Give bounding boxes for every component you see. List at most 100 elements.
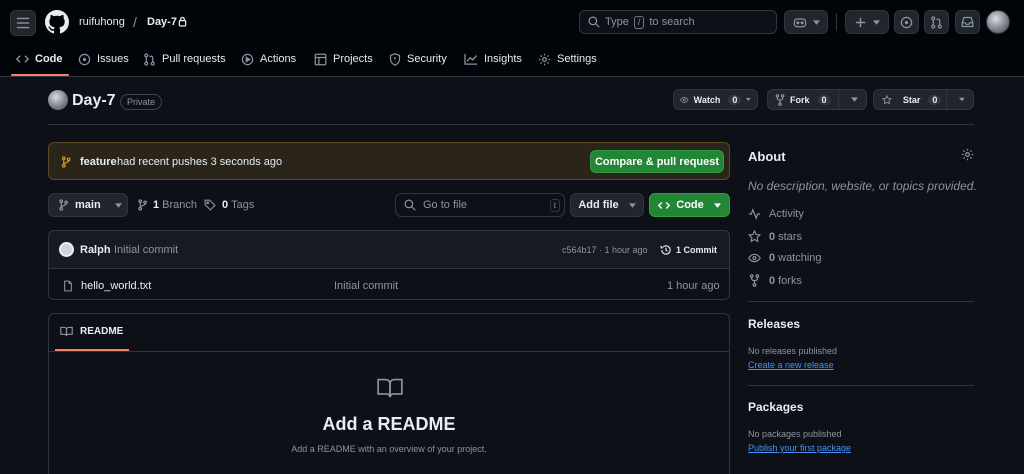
releases-title[interactable]: Releases xyxy=(748,317,800,331)
sidebar-divider-2 xyxy=(748,385,974,386)
issue-icon xyxy=(900,16,913,28)
go-to-file-placeholder: Go to file xyxy=(423,199,468,211)
releases-empty: No releases published xyxy=(748,346,838,356)
branches-link[interactable]: 1 Branch xyxy=(138,199,197,211)
readme-tab-label: README xyxy=(80,326,124,337)
inbox-button[interactable] xyxy=(955,10,980,34)
tab-projects[interactable]: Projects xyxy=(314,48,373,70)
repo-title[interactable]: Day-7 xyxy=(72,92,116,110)
chevron-down-icon xyxy=(872,19,880,25)
packages-title[interactable]: Packages xyxy=(748,400,803,414)
watching-word: watching xyxy=(778,252,822,264)
file-commit-message[interactable]: Initial commit xyxy=(334,280,398,292)
star-label: Star xyxy=(902,94,921,105)
packages-empty: No packages published xyxy=(748,429,842,439)
commit-count: 1 Commit xyxy=(676,245,718,255)
branch-selector[interactable]: main xyxy=(48,193,128,217)
commit-author[interactable]: Ralph xyxy=(80,244,111,256)
gear-icon[interactable] xyxy=(961,148,974,161)
active-tab-underline xyxy=(11,74,69,76)
tab-code-label: Code xyxy=(35,53,63,65)
search-input[interactable]: Type / to search xyxy=(579,10,777,34)
compare-button-label: Compare & pull request xyxy=(594,155,720,168)
pull-requests-button[interactable] xyxy=(924,10,949,34)
fork-button[interactable]: Fork 0 xyxy=(767,89,867,110)
eye-icon xyxy=(680,96,689,103)
latest-commit-row: Ralph Initial commit c564b17 · 1 hour ag… xyxy=(49,231,729,269)
commit-message[interactable]: Initial commit xyxy=(114,244,178,256)
plus-icon xyxy=(855,17,865,27)
inbox-icon xyxy=(961,16,974,28)
code-button-label: Code xyxy=(676,199,704,211)
forks-link[interactable]: 0 forks xyxy=(748,274,802,287)
pull-request-icon xyxy=(144,52,155,66)
add-file-button[interactable]: Add file xyxy=(570,193,644,217)
watch-label: Watch xyxy=(693,94,721,105)
tab-actions[interactable]: Actions xyxy=(241,48,296,70)
publish-package-link[interactable]: Publish your first package xyxy=(748,443,851,453)
banner-branch[interactable]: feature xyxy=(80,156,117,168)
owner-link[interactable]: ruifuhong xyxy=(79,16,125,28)
chevron-down-icon[interactable] xyxy=(959,97,965,102)
go-to-file-input[interactable]: Go to file t xyxy=(395,193,565,217)
branch-icon xyxy=(138,199,147,211)
global-header: ruifuhong / Day-7 Type / to search Code … xyxy=(0,0,1024,77)
branch-icon xyxy=(61,156,71,168)
pulse-icon xyxy=(748,208,761,220)
tag-word: Tags xyxy=(231,199,255,211)
book-icon xyxy=(60,326,73,337)
watch-count: 0 xyxy=(728,94,742,105)
commit-history-link[interactable]: 1 Commit xyxy=(660,244,717,256)
tags-link[interactable]: 0 Tags xyxy=(204,199,254,211)
github-logo-icon[interactable] xyxy=(45,10,69,34)
table-icon xyxy=(314,53,327,65)
star-icon xyxy=(882,94,892,104)
tab-projects-label: Projects xyxy=(333,53,373,65)
create-new-button[interactable] xyxy=(845,10,889,34)
fork-divider xyxy=(838,89,839,110)
repo-avatar xyxy=(48,90,68,110)
watching-link[interactable]: 0 watching xyxy=(748,252,822,264)
tab-security[interactable]: Security xyxy=(389,48,447,70)
add-file-label: Add file xyxy=(578,199,619,211)
readme-empty-subtitle: Add a README with an overview of your pr… xyxy=(291,444,487,454)
compare-pull-request-button[interactable]: Compare & pull request xyxy=(590,150,724,173)
star-button[interactable]: Star 0 xyxy=(873,89,974,110)
play-icon xyxy=(241,53,254,65)
fork-icon xyxy=(749,274,760,287)
activity-link[interactable]: Activity xyxy=(748,208,804,220)
activity-label: Activity xyxy=(769,208,804,220)
about-title: About xyxy=(748,149,786,164)
tab-settings[interactable]: Settings xyxy=(538,48,597,70)
create-release-link[interactable]: Create a new release xyxy=(748,360,834,370)
file-row[interactable]: hello_world.txt Initial commit 1 hour ag… xyxy=(49,270,729,299)
copilot-button[interactable] xyxy=(784,10,828,34)
code-button[interactable]: Code xyxy=(649,193,730,217)
file-icon xyxy=(64,280,72,292)
graph-icon xyxy=(464,53,478,65)
readme-tab[interactable]: README xyxy=(60,326,123,337)
branch-icon xyxy=(59,199,68,211)
about-description: No description, website, or topics provi… xyxy=(748,179,977,193)
chevron-down-icon[interactable] xyxy=(851,97,858,102)
issues-button[interactable] xyxy=(894,10,919,34)
chevron-down-icon xyxy=(114,202,122,208)
forks-count: 0 xyxy=(769,274,776,287)
commit-sha-time[interactable]: c564b17 · 1 hour ago xyxy=(562,245,648,255)
tab-insights[interactable]: Insights xyxy=(464,48,522,70)
tab-code[interactable]: Code xyxy=(16,48,63,70)
menu-button[interactable] xyxy=(10,10,36,36)
stars-link[interactable]: 0 stars xyxy=(748,230,802,243)
chevron-down-icon xyxy=(713,202,721,208)
avatar[interactable] xyxy=(986,10,1010,34)
file-name[interactable]: hello_world.txt xyxy=(81,280,151,292)
repo-head-divider xyxy=(48,124,974,125)
tab-actions-label: Actions xyxy=(260,53,297,65)
tab-issues[interactable]: Issues xyxy=(78,48,129,70)
search-icon xyxy=(588,16,600,28)
watching-count: 0 xyxy=(769,252,776,264)
repo-link[interactable]: Day-7 xyxy=(147,16,177,28)
watch-button[interactable]: Watch 0 xyxy=(673,89,758,110)
tab-issues-label: Issues xyxy=(97,53,129,65)
tab-pull-requests[interactable]: Pull requests xyxy=(143,48,226,70)
